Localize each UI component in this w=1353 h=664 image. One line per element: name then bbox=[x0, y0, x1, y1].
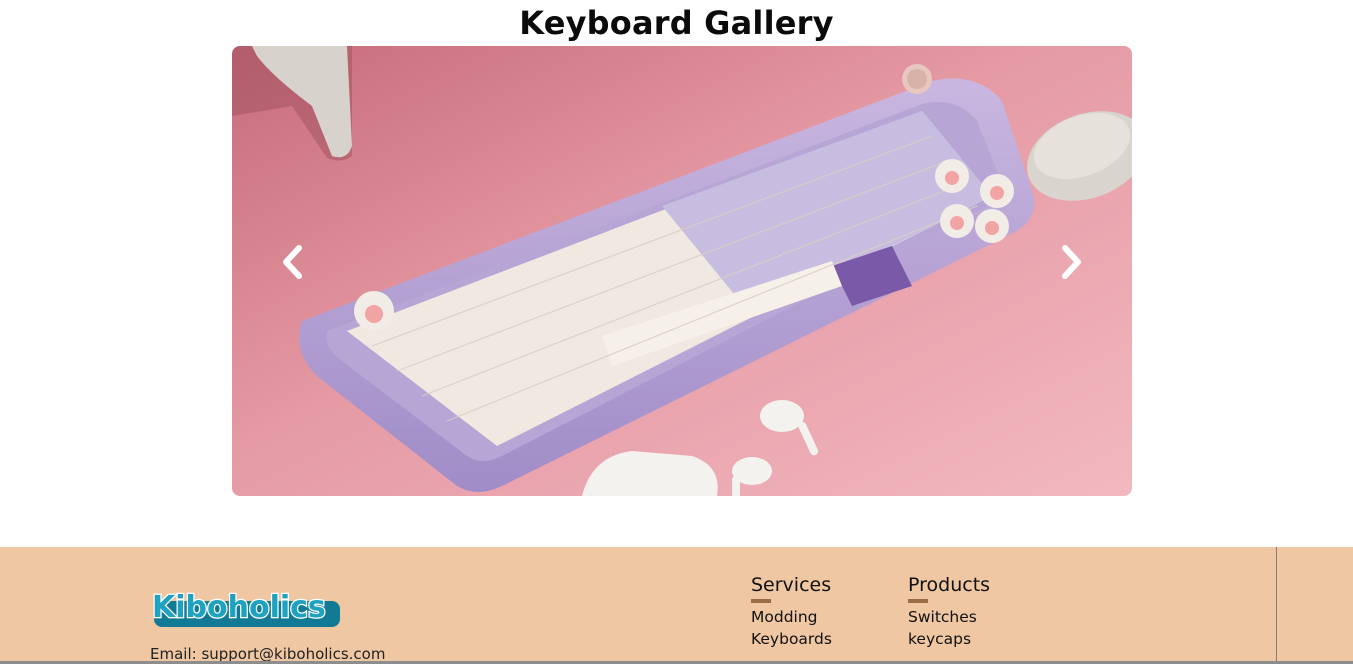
carousel-next-button[interactable] bbox=[1052, 242, 1092, 282]
kiboholics-logo[interactable]: Kiboholics bbox=[150, 585, 342, 631]
services-heading: Services bbox=[751, 574, 832, 596]
chevron-right-icon bbox=[1062, 245, 1081, 279]
footer-products-column: Products Switches keycaps bbox=[908, 574, 990, 650]
gallery-title: Keyboard Gallery bbox=[519, 4, 834, 42]
services-link-keyboards[interactable]: Keyboards bbox=[751, 628, 832, 650]
keyboard-carousel[interactable] bbox=[232, 46, 1132, 496]
footer-services-column: Services Modding Keyboards bbox=[751, 574, 832, 650]
products-heading: Products bbox=[908, 574, 991, 596]
products-underline bbox=[908, 599, 928, 603]
site-footer: Kiboholics Email: support@kiboholics.com… bbox=[0, 547, 1353, 664]
carousel-image bbox=[232, 46, 1132, 496]
carousel-prev-button[interactable] bbox=[272, 242, 312, 282]
chevron-left-icon bbox=[283, 245, 302, 279]
services-underline bbox=[751, 599, 771, 603]
products-link-keycaps[interactable]: keycaps bbox=[908, 628, 990, 650]
products-link-switches[interactable]: Switches bbox=[908, 606, 990, 628]
services-link-modding[interactable]: Modding bbox=[751, 606, 832, 628]
scrollbar-divider bbox=[1276, 547, 1277, 664]
svg-text:Kiboholics: Kiboholics bbox=[152, 590, 326, 625]
